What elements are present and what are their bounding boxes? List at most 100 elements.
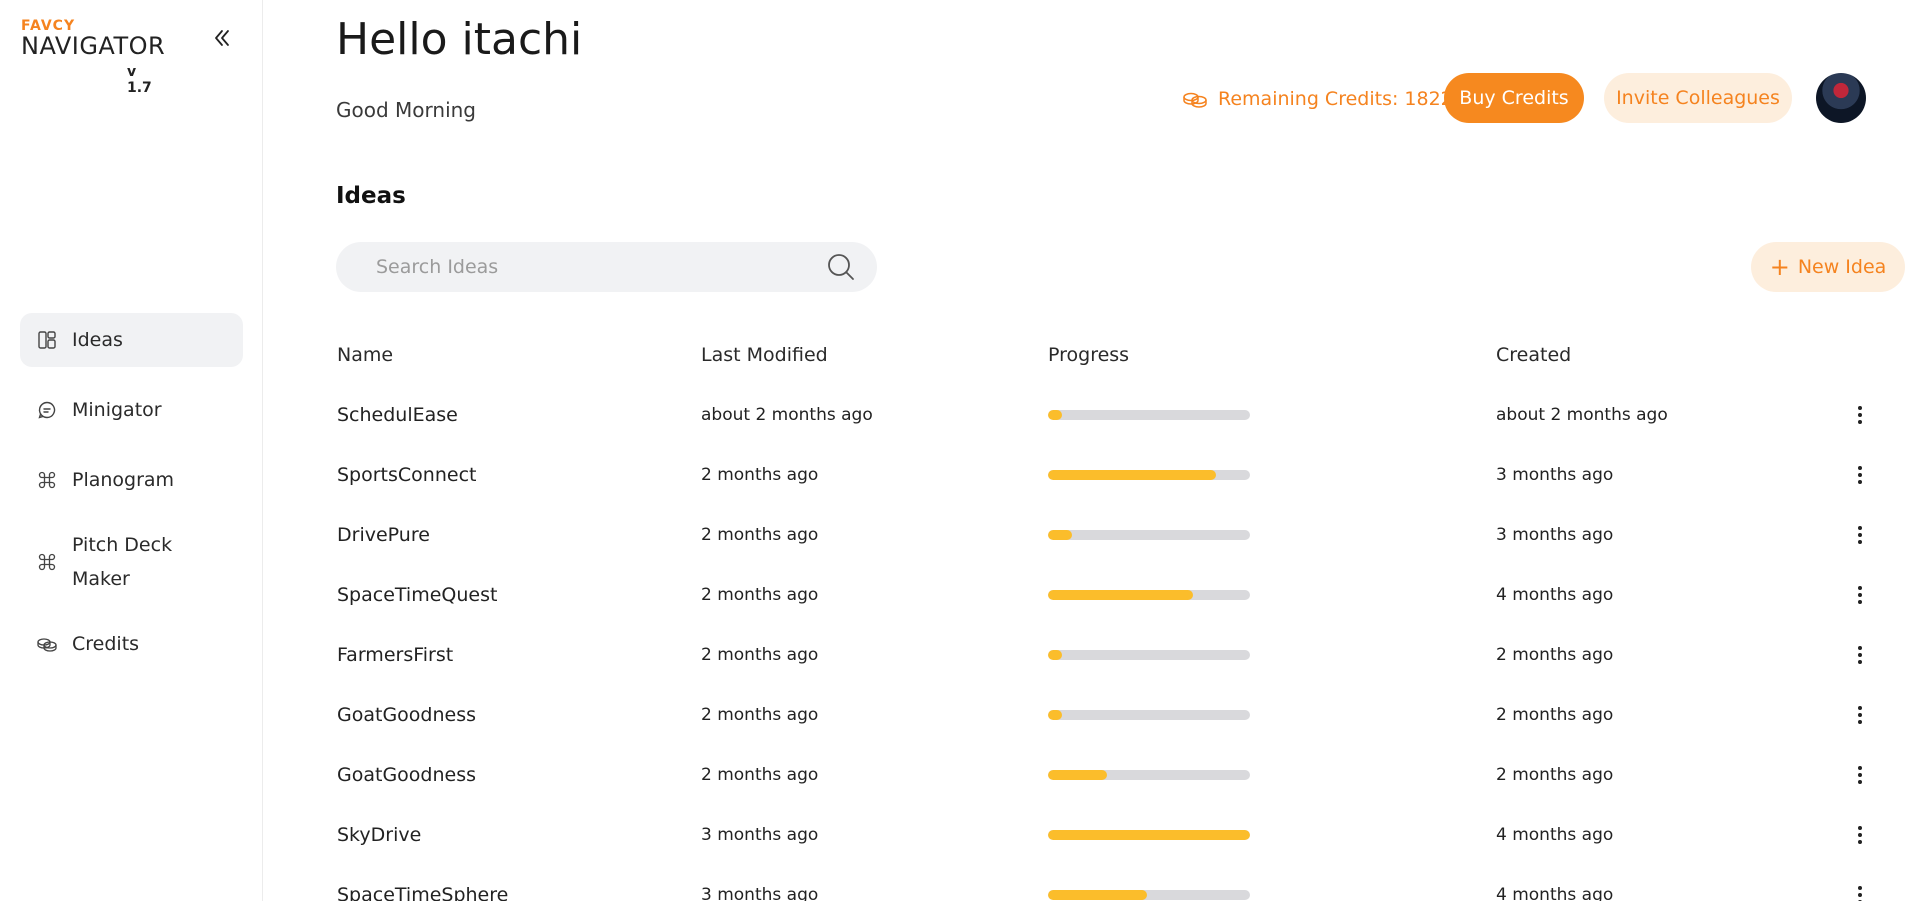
progress-bar <box>1048 650 1250 660</box>
table-row[interactable]: SpaceTimeQuest 2 months ago 4 months ago <box>337 565 1877 625</box>
more-options-icon[interactable] <box>1848 460 1872 490</box>
idea-name[interactable]: SkyDrive <box>337 805 697 865</box>
new-idea-label: New Idea <box>1797 256 1887 278</box>
more-options-icon[interactable] <box>1848 520 1872 550</box>
column-header-name[interactable]: Name <box>337 325 697 385</box>
column-header-progress[interactable]: Progress <box>1048 325 1488 385</box>
page-title: Hello itachi <box>336 14 583 65</box>
progress-bar <box>1048 410 1250 420</box>
more-options-icon[interactable] <box>1848 580 1872 610</box>
created-cell: 4 months ago <box>1496 825 1614 845</box>
search-bar <box>336 242 877 292</box>
sidebar-item-label: Credits <box>72 633 140 655</box>
progress-bar-fill <box>1048 470 1216 480</box>
row-menu-cell <box>1845 445 1875 505</box>
sidebar-item-label: Planogram <box>72 469 175 491</box>
progress-cell <box>1048 805 1488 865</box>
command-icon <box>36 551 58 573</box>
more-options-icon[interactable] <box>1848 640 1872 670</box>
search-icon[interactable] <box>825 251 857 283</box>
column-header-created[interactable]: Created <box>1496 325 1826 385</box>
avatar[interactable] <box>1816 73 1866 123</box>
more-options-icon[interactable] <box>1848 880 1872 901</box>
plus-icon: + <box>1769 253 1790 281</box>
sidebar-item-credits[interactable]: Credits <box>20 617 243 671</box>
row-menu-cell <box>1845 505 1875 565</box>
new-idea-button[interactable]: + New Idea <box>1751 242 1905 292</box>
double-chevron-left-icon <box>215 30 229 46</box>
coins-icon <box>1182 89 1208 109</box>
table-row[interactable]: FarmersFirst 2 months ago 2 months ago <box>337 625 1877 685</box>
more-options-icon[interactable] <box>1848 760 1872 790</box>
sidebar-item-pitch-deck-maker[interactable]: Pitch Deck Maker <box>20 523 243 601</box>
app-logo[interactable]: FAVCY NAVIGATOR v 1.7 <box>21 18 165 96</box>
search-input[interactable] <box>376 256 825 278</box>
table-body: SchedulEase about 2 months ago about 2 m… <box>337 385 1877 901</box>
last-modified-cell: 2 months ago <box>701 525 819 545</box>
idea-name[interactable]: DrivePure <box>337 505 697 565</box>
row-menu-cell <box>1845 385 1875 445</box>
sidebar-item-ideas[interactable]: Ideas <box>20 313 243 367</box>
progress-cell <box>1048 865 1488 901</box>
logo-name: NAVIGATOR <box>21 32 166 60</box>
idea-name[interactable]: FarmersFirst <box>337 625 697 685</box>
table-row[interactable]: GoatGoodness 2 months ago 2 months ago <box>337 685 1877 745</box>
row-menu-cell <box>1845 865 1875 901</box>
idea-name[interactable]: SchedulEase <box>337 385 697 445</box>
table-row[interactable]: SkyDrive 3 months ago 4 months ago <box>337 805 1877 865</box>
invite-colleagues-button[interactable]: Invite Colleagues <box>1604 73 1792 123</box>
last-modified-cell: 2 months ago <box>701 765 819 785</box>
progress-cell <box>1048 505 1488 565</box>
table-row[interactable]: GoatGoodness 2 months ago 2 months ago <box>337 745 1877 805</box>
progress-bar-fill <box>1048 770 1107 780</box>
more-options-icon[interactable] <box>1848 820 1872 850</box>
progress-bar-fill <box>1048 410 1063 420</box>
created-cell: 2 months ago <box>1496 705 1614 725</box>
coins-icon <box>36 633 58 655</box>
credits-text: Remaining Credits: 1822 <box>1218 88 1453 110</box>
progress-bar <box>1048 470 1250 480</box>
collapse-sidebar-button[interactable] <box>208 24 236 52</box>
created-cell: 3 months ago <box>1496 465 1614 485</box>
last-modified-cell: 3 months ago <box>701 885 819 901</box>
progress-cell <box>1048 385 1488 445</box>
more-options-icon[interactable] <box>1848 700 1872 730</box>
progress-bar-fill <box>1048 710 1063 720</box>
progress-bar <box>1048 590 1250 600</box>
idea-name[interactable]: GoatGoodness <box>337 685 697 745</box>
table-row[interactable]: SpaceTimeSphere 3 months ago 4 months ag… <box>337 865 1877 901</box>
ideas-table: Name Last Modified Progress Created Sche… <box>337 325 1877 901</box>
row-menu-cell <box>1845 805 1875 865</box>
idea-name[interactable]: GoatGoodness <box>337 745 697 805</box>
progress-bar <box>1048 710 1250 720</box>
progress-bar <box>1048 770 1250 780</box>
sidebar-item-label: Minigator <box>72 399 162 421</box>
idea-name[interactable]: SportsConnect <box>337 445 697 505</box>
row-menu-cell <box>1845 625 1875 685</box>
last-modified-cell: 2 months ago <box>701 585 819 605</box>
table-row[interactable]: DrivePure 2 months ago 3 months ago <box>337 505 1877 565</box>
last-modified-cell: 3 months ago <box>701 825 819 845</box>
idea-name[interactable]: SpaceTimeSphere <box>337 865 697 901</box>
buy-credits-button[interactable]: Buy Credits <box>1444 73 1584 123</box>
column-header-last-modified[interactable]: Last Modified <box>701 325 1041 385</box>
idea-name[interactable]: SpaceTimeQuest <box>337 565 697 625</box>
sidebar: FAVCY NAVIGATOR v 1.7 Ideas Minigator Pl… <box>0 0 263 901</box>
row-menu-cell <box>1845 685 1875 745</box>
progress-cell <box>1048 745 1488 805</box>
section-title-ideas: Ideas <box>336 183 406 209</box>
sidebar-item-label: Ideas <box>72 329 123 351</box>
more-options-icon[interactable] <box>1848 400 1872 430</box>
remaining-credits: Remaining Credits: 1822 <box>1182 79 1453 119</box>
created-cell: 2 months ago <box>1496 645 1614 665</box>
sidebar-item-minigator[interactable]: Minigator <box>20 383 243 437</box>
table-row[interactable]: SportsConnect 2 months ago 3 months ago <box>337 445 1877 505</box>
created-cell: 2 months ago <box>1496 765 1614 785</box>
created-cell: 3 months ago <box>1496 525 1614 545</box>
sidebar-item-planogram[interactable]: Planogram <box>20 453 243 507</box>
created-cell: 4 months ago <box>1496 585 1614 605</box>
app-version: v 1.7 <box>127 64 152 96</box>
sidebar-item-label: Pitch Deck Maker <box>72 534 173 590</box>
row-menu-cell <box>1845 565 1875 625</box>
table-row[interactable]: SchedulEase about 2 months ago about 2 m… <box>337 385 1877 445</box>
